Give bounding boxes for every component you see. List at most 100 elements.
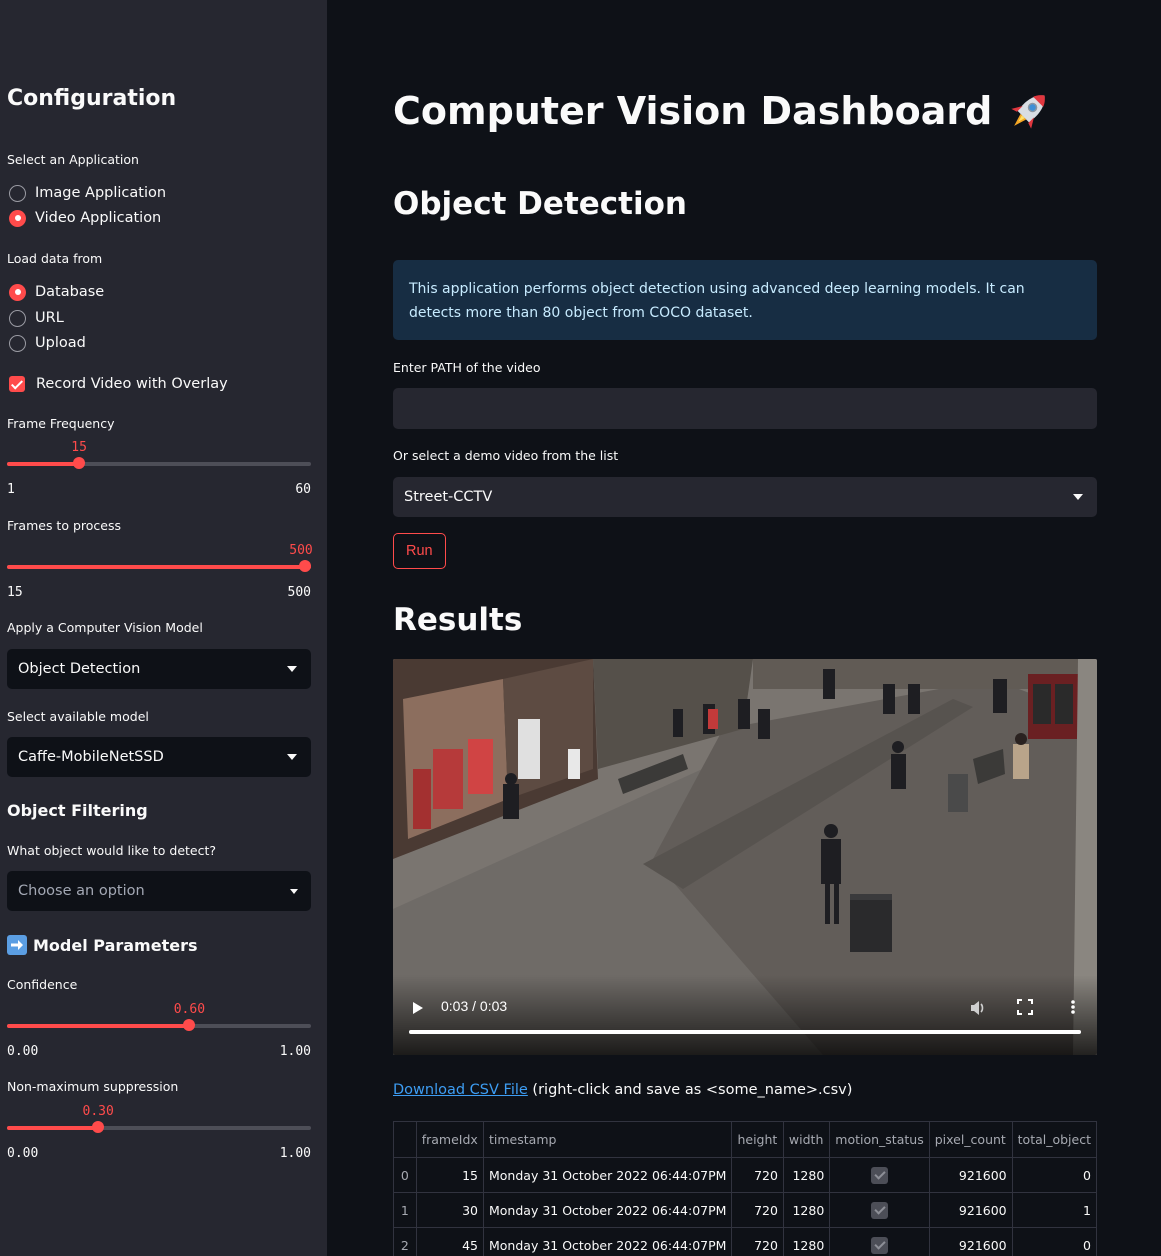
slider-thumb[interactable] bbox=[92, 1121, 105, 1133]
cell-height: 720 bbox=[731, 1192, 784, 1228]
confidence-slider[interactable]: 0.60 0.00 1.00 bbox=[7, 1002, 311, 1062]
table-row: 0 15 Monday 31 October 2022 06:44:07PM 7… bbox=[393, 1157, 1097, 1193]
slider-min: 15 bbox=[7, 585, 23, 600]
cell-timestamp: Monday 31 October 2022 06:44:07PM bbox=[482, 1157, 733, 1193]
slider-max: 60 bbox=[295, 482, 311, 497]
fullscreen-icon[interactable] bbox=[1017, 999, 1033, 1015]
slider-fill bbox=[7, 1024, 190, 1028]
results-table-container[interactable]: frameIdx timestamp height width motion_s… bbox=[393, 1121, 1097, 1256]
column-header-frameidx[interactable]: frameIdx bbox=[415, 1121, 485, 1158]
video-path-input[interactable] bbox=[393, 388, 1097, 429]
frame-frequency-label: Frame Frequency bbox=[7, 416, 115, 431]
chevron-down-icon bbox=[1073, 494, 1083, 500]
street-cctv-frame bbox=[393, 659, 1097, 1055]
app-select-label: Select an Application bbox=[7, 152, 139, 167]
radio-url[interactable]: URL bbox=[7, 308, 64, 328]
frames-to-process-label: Frames to process bbox=[7, 518, 121, 533]
model-type-select[interactable]: Object Detection bbox=[7, 649, 311, 689]
object-filtering-label: What object would like to detect? bbox=[7, 843, 217, 858]
radio-label: Video Application bbox=[35, 210, 162, 226]
radio-label: Upload bbox=[35, 335, 86, 351]
record-overlay-checkbox[interactable]: Record Video with Overlay bbox=[7, 374, 228, 394]
model-select[interactable]: Caffe-MobileNetSSD bbox=[7, 737, 311, 777]
cell-height: 720 bbox=[731, 1157, 784, 1193]
radio-video-application[interactable]: Video Application bbox=[7, 208, 161, 228]
radio-label: Database bbox=[35, 284, 105, 300]
slider-fill bbox=[7, 565, 311, 569]
more-options-icon[interactable] bbox=[1070, 999, 1076, 1015]
run-button[interactable]: Run bbox=[393, 533, 446, 569]
demo-select-label: Or select a demo video from the list bbox=[393, 448, 619, 463]
select-value: Caffe-MobileNetSSD bbox=[18, 749, 164, 765]
path-input-label: Enter PATH of the video bbox=[393, 360, 541, 375]
cell-pixel-count: 921600 bbox=[928, 1192, 1013, 1228]
cell-pixel-count: 921600 bbox=[928, 1227, 1013, 1256]
column-header-height[interactable]: height bbox=[731, 1121, 784, 1158]
video-progress-fill bbox=[409, 1030, 1081, 1034]
slider-max: 1.00 bbox=[279, 1044, 311, 1059]
cell-motion-status bbox=[829, 1227, 930, 1256]
radio-label: URL bbox=[35, 310, 64, 326]
cell-width: 1280 bbox=[782, 1192, 831, 1228]
results-heading: Results bbox=[393, 602, 523, 638]
heading-text: Model Parameters bbox=[33, 935, 198, 955]
slider-track[interactable] bbox=[7, 1126, 311, 1130]
chevron-down-icon bbox=[287, 666, 297, 672]
slider-track[interactable] bbox=[7, 1024, 311, 1028]
slider-track[interactable] bbox=[7, 565, 311, 569]
slider-max: 1.00 bbox=[279, 1146, 311, 1161]
slider-value: 500 bbox=[289, 543, 313, 558]
slider-track[interactable] bbox=[7, 462, 311, 466]
slider-thumb[interactable] bbox=[299, 560, 311, 572]
row-index: 2 bbox=[393, 1227, 417, 1256]
slider-fill bbox=[7, 462, 80, 466]
radio-image-application[interactable]: Image Application bbox=[7, 183, 166, 203]
slider-min: 0.00 bbox=[7, 1044, 39, 1059]
column-header-motion-status[interactable]: motion_status bbox=[829, 1121, 930, 1158]
video-player[interactable]: 0:03 / 0:03 bbox=[393, 659, 1097, 1055]
model-parameters-heading: Model Parameters bbox=[7, 935, 198, 955]
page-title: Computer Vision Dashboard bbox=[393, 86, 1054, 136]
page-title-text: Computer Vision Dashboard bbox=[393, 89, 993, 133]
radio-database[interactable]: Database bbox=[7, 282, 104, 302]
cell-total-object: 0 bbox=[1011, 1227, 1097, 1256]
model-label: Select available model bbox=[7, 709, 149, 724]
cell-total-object: 0 bbox=[1011, 1157, 1097, 1193]
column-header-index[interactable] bbox=[393, 1121, 417, 1158]
results-table: frameIdx timestamp height width motion_s… bbox=[393, 1121, 1097, 1256]
column-header-timestamp[interactable]: timestamp bbox=[482, 1121, 733, 1158]
checkbox-label: Record Video with Overlay bbox=[36, 376, 228, 392]
download-line: Download CSV File (right-click and save … bbox=[393, 1082, 852, 1098]
nms-slider[interactable]: 0.30 0.00 1.00 bbox=[7, 1104, 311, 1164]
column-header-pixel-count[interactable]: pixel_count bbox=[928, 1121, 1013, 1158]
slider-value: 0.60 bbox=[173, 1002, 206, 1017]
demo-video-select[interactable]: Street-CCTV bbox=[393, 477, 1097, 517]
video-time: 0:03 / 0:03 bbox=[441, 998, 508, 1014]
select-value: Street-CCTV bbox=[404, 489, 493, 505]
table-row: 1 30 Monday 31 October 2022 06:44:07PM 7… bbox=[393, 1192, 1097, 1228]
sidebar-title: Configuration bbox=[7, 86, 177, 111]
select-placeholder: Choose an option bbox=[18, 883, 145, 899]
column-header-total-object[interactable]: total_object bbox=[1011, 1121, 1097, 1158]
object-filtering-heading: Object Filtering bbox=[7, 801, 148, 820]
cell-width: 1280 bbox=[782, 1157, 831, 1193]
section-heading-object-detection: Object Detection bbox=[393, 186, 687, 222]
checkbox-checked-icon bbox=[871, 1201, 888, 1219]
radio-upload[interactable]: Upload bbox=[7, 333, 86, 353]
rocket-icon bbox=[1004, 86, 1054, 136]
cell-motion-status bbox=[829, 1192, 930, 1228]
column-header-width[interactable]: width bbox=[782, 1121, 831, 1158]
play-icon[interactable] bbox=[413, 1002, 423, 1014]
data-source-label: Load data from bbox=[7, 251, 103, 266]
frames-to-process-slider[interactable]: 500 15 500 bbox=[7, 543, 313, 603]
row-index: 1 bbox=[393, 1192, 417, 1228]
download-csv-link[interactable]: Download CSV File bbox=[393, 1082, 528, 1098]
frame-frequency-slider[interactable]: 15 1 60 bbox=[7, 440, 311, 500]
model-type-label: Apply a Computer Vision Model bbox=[7, 620, 203, 635]
volume-icon[interactable] bbox=[969, 999, 987, 1017]
slider-thumb[interactable] bbox=[183, 1019, 196, 1031]
slider-thumb[interactable] bbox=[73, 457, 86, 469]
cell-frameidx: 15 bbox=[415, 1157, 485, 1193]
video-progress-track[interactable] bbox=[409, 1030, 1081, 1034]
object-filter-multiselect[interactable]: Choose an option bbox=[7, 871, 311, 911]
